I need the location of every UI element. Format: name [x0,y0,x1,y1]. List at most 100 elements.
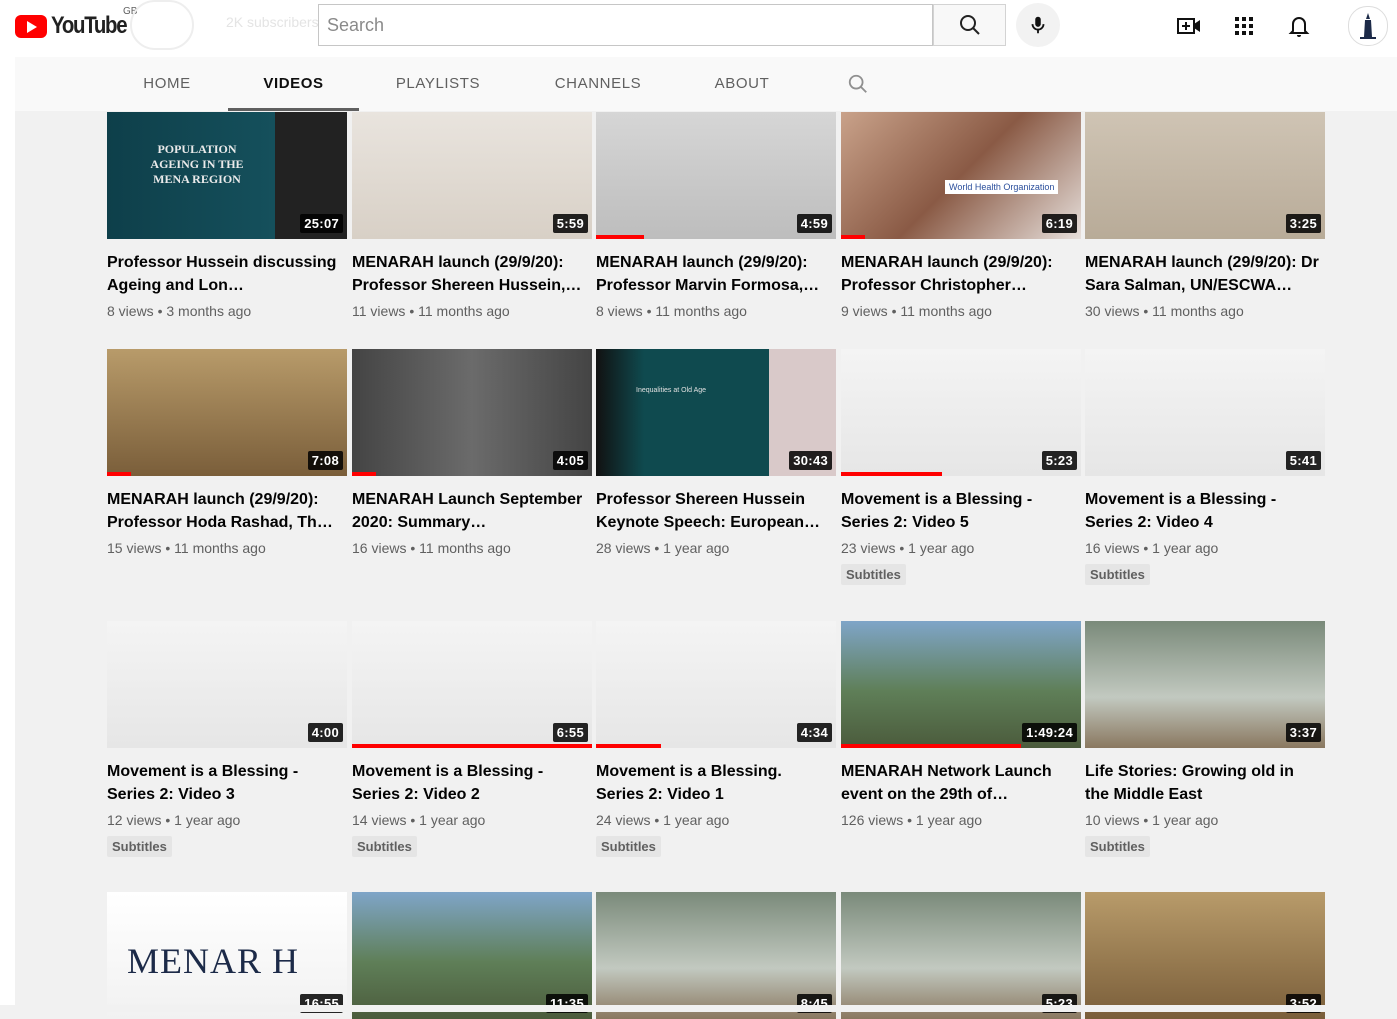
video-thumbnail[interactable]: 4:59 [596,112,836,239]
video-title[interactable]: MENARAH launch (29/9/20): Professor Hoda… [107,488,343,534]
video-thumbnail[interactable]: MENAR H 16:55 [107,892,347,1019]
video-duration: 6:19 [1041,214,1077,233]
tab-home[interactable]: HOME [133,57,201,111]
video-duration: 4:34 [796,723,832,742]
video-metadata: 8 views • 3 months ago [107,303,252,319]
video-card[interactable]: 4:00 Movement is a Blessing - Series 2: V… [107,621,347,857]
video-card[interactable]: 11:35 [352,892,592,1019]
video-duration: 25:07 [300,214,343,233]
video-card[interactable]: 3:25 MENARAH launch (29/9/20): Dr Sara Sa… [1085,112,1325,319]
tab-playlists[interactable]: PLAYLISTS [386,57,490,111]
tab-videos[interactable]: VIDEOS [228,57,359,111]
video-metadata: 23 views • 1 year ago [841,540,975,556]
video-card[interactable]: POPULATION AGEING IN THE MENA REGION 25:0… [107,112,347,319]
video-duration: 1:49:24 [1022,723,1077,742]
video-duration: 5:59 [552,214,588,233]
tab-channels[interactable]: CHANNELS [545,57,651,111]
faded-channel-header: 2K subscribers [130,0,320,50]
video-card[interactable]: 7:08 MENARAH launch (29/9/20): Professor … [107,349,347,556]
video-card[interactable]: World Health Organization 6:19 MENARAH lau… [841,112,1081,319]
video-card[interactable]: 4:34 Movement is a Blessing. Series 2: Vi… [596,621,836,857]
video-card[interactable]: 5:59 MENARAH launch (29/9/20): Professor … [352,112,592,319]
video-metadata: 14 views • 1 year ago [352,812,486,828]
video-thumbnail[interactable]: 3:52 [1085,892,1325,1019]
video-thumbnail[interactable]: 5:59 [352,112,592,239]
video-metadata: 28 views • 1 year ago [596,540,730,556]
video-thumbnail[interactable]: 8:45 [596,892,836,1019]
left-margin [0,57,15,1012]
video-thumbnail[interactable]: 1:49:24 [841,621,1081,748]
search-input[interactable]: Search [318,4,933,46]
logo-wordmark: YouTube [51,12,128,39]
video-thumbnail[interactable]: World Health Organization 6:19 [841,112,1081,239]
notifications-button[interactable] [1285,12,1313,40]
video-thumbnail[interactable]: 4:05 [352,349,592,476]
video-card[interactable]: 3:37 Life Stories: Growing old in the Mid… [1085,621,1325,857]
search-button[interactable] [933,4,1006,46]
video-title[interactable]: Movement is a Blessing. Series 2: Video … [596,760,832,806]
video-title[interactable]: Movement is a Blessing - Series 2: Video… [1085,488,1321,534]
video-title[interactable]: MENARAH launch (29/9/20): Professor Chri… [841,251,1077,297]
youtube-logo[interactable]: YouTube GB [15,6,140,40]
video-thumbnail[interactable]: 3:25 [1085,112,1325,239]
watch-progress-bar [352,744,592,748]
video-title[interactable]: Professor Hussein discussing Ageing and … [107,251,343,297]
video-card[interactable]: 8:45 [596,892,836,1019]
video-thumbnail[interactable]: 5:41 [1085,349,1325,476]
channel-tabs: HOME VIDEOS PLAYLISTS CHANNELS ABOUT [15,57,1397,111]
video-thumbnail[interactable]: 4:34 [596,621,836,748]
video-thumbnail[interactable]: 5:23 [841,892,1081,1019]
video-thumbnail[interactable]: Inequalities at Old Age 30:43 [596,349,836,476]
video-title[interactable]: Life Stories: Growing old in the Middle … [1085,760,1321,806]
search-placeholder: Search [327,15,385,35]
video-title[interactable]: Movement is a Blessing - Series 2: Video… [841,488,1077,534]
video-thumbnail[interactable]: 11:35 [352,892,592,1019]
viewport-bottom [0,1005,1397,1012]
watch-progress-bar [841,235,865,239]
video-card[interactable]: 3:52 [1085,892,1325,1019]
video-metadata: 24 views • 1 year ago [596,812,730,828]
watch-progress-bar [107,472,131,476]
video-card[interactable]: 5:23 [841,892,1081,1019]
video-card[interactable]: 1:49:24 MENARAH Network Launch event on t… [841,621,1081,828]
video-card[interactable]: 4:05 MENARAH Launch September 2020: Summa… [352,349,592,556]
video-card[interactable]: MENAR H 16:55 [107,892,347,1019]
video-thumbnail[interactable]: 5:23 [841,349,1081,476]
video-card[interactable]: Inequalities at Old Age 30:43 Professor Sh… [596,349,836,556]
video-thumbnail[interactable]: POPULATION AGEING IN THE MENA REGION 25:0… [107,112,347,239]
video-title[interactable]: MENARAH launch (29/9/20): Professor Marv… [596,251,832,297]
microphone-icon [1031,16,1045,34]
video-card[interactable]: 5:23 Movement is a Blessing - Series 2: V… [841,349,1081,585]
video-title[interactable]: Movement is a Blessing - Series 2: Video… [352,760,588,806]
channel-search-button[interactable] [847,73,869,100]
video-thumbnail[interactable]: 6:55 [352,621,592,748]
video-metadata: 8 views • 11 months ago [596,303,747,319]
video-metadata: 16 views • 11 months ago [352,540,511,556]
video-card[interactable]: 4:59 MENARAH launch (29/9/20): Professor … [596,112,836,319]
video-card[interactable]: 5:41 Movement is a Blessing - Series 2: V… [1085,349,1325,585]
video-thumbnail[interactable]: 3:37 [1085,621,1325,748]
video-duration: 4:59 [796,214,832,233]
apps-button[interactable] [1230,12,1258,40]
video-title[interactable]: Movement is a Blessing - Series 2: Video… [107,760,343,806]
tab-about[interactable]: ABOUT [705,57,779,111]
video-title[interactable]: MENARAH launch (29/9/20): Professor Sher… [352,251,588,297]
subtitles-badge: Subtitles [352,836,417,857]
thumbnail-overlay-text: POPULATION AGEING IN THE MENA REGION [150,142,244,186]
video-metadata: 10 views • 1 year ago [1085,812,1219,828]
video-title[interactable]: Professor Shereen Hussein Keynote Speech… [596,488,832,534]
video-card[interactable]: 6:55 Movement is a Blessing - Series 2: V… [352,621,592,857]
video-thumbnail[interactable]: 7:08 [107,349,347,476]
create-button[interactable] [1175,12,1203,40]
video-title[interactable]: MENARAH Launch September 2020: Summary… [352,488,588,534]
video-thumbnail[interactable]: 4:00 [107,621,347,748]
masthead: YouTube GB 2K subscribers Search [0,0,1397,57]
search-icon [848,74,867,93]
thumbnail-overlay-text: Inequalities at Old Age [636,387,707,394]
video-title[interactable]: MENARAH Network Launch event on the 29th… [841,760,1077,806]
video-duration: 4:05 [552,451,588,470]
watch-progress-bar [596,235,644,239]
voice-search-button[interactable] [1016,3,1060,47]
account-avatar[interactable] [1348,6,1388,46]
video-title[interactable]: MENARAH launch (29/9/20): Dr Sara Salman… [1085,251,1321,297]
